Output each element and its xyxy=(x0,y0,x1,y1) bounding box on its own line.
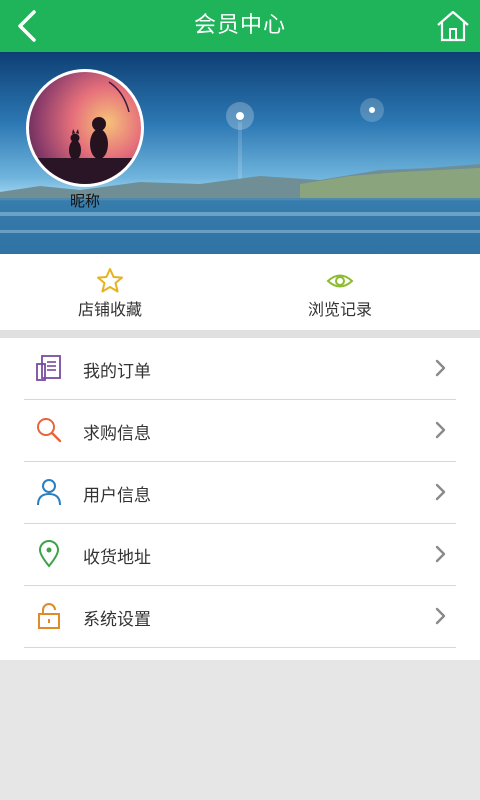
top-bar: 会员中心 xyxy=(0,0,480,52)
store-favorites-button[interactable]: 店铺收藏 xyxy=(0,254,220,330)
orders-icon xyxy=(36,355,61,381)
quick-actions: 店铺收藏 浏览记录 xyxy=(0,254,480,330)
menu-item-purchase-requests[interactable]: 求购信息 xyxy=(24,400,456,462)
menu-item-system-settings[interactable]: 系统设置 xyxy=(24,586,456,648)
profile-banner: 昵称 xyxy=(0,52,480,254)
menu-item-label: 用户信息 xyxy=(83,486,151,506)
browse-history-label: 浏览记录 xyxy=(307,300,372,319)
menu-item-user-info[interactable]: 用户信息 xyxy=(24,462,456,524)
chevron-right-icon xyxy=(435,483,446,501)
location-pin-icon xyxy=(38,540,60,568)
menu-item-label: 我的订单 xyxy=(83,362,151,382)
avatar-image xyxy=(29,81,141,184)
section-divider xyxy=(0,330,480,338)
menu-item-label: 求购信息 xyxy=(83,424,151,444)
star-icon xyxy=(97,268,123,293)
avatar[interactable] xyxy=(26,69,144,187)
lock-icon xyxy=(38,603,60,629)
nickname-label: 昵称 xyxy=(69,192,100,210)
chevron-right-icon xyxy=(435,607,446,625)
menu-item-my-orders[interactable]: 我的订单 xyxy=(24,338,456,400)
menu-item-label: 系统设置 xyxy=(83,610,151,630)
menu-list: 我的订单 求购信息 用户信息 收货地址 系统设置 xyxy=(0,338,480,660)
page-title: 会员中心 xyxy=(193,13,286,38)
menu-item-shipping-address[interactable]: 收货地址 xyxy=(24,524,456,586)
browse-history-button[interactable]: 浏览记录 xyxy=(230,254,450,330)
user-icon xyxy=(37,479,61,506)
home-button[interactable] xyxy=(434,7,472,45)
store-favorites-label: 店铺收藏 xyxy=(77,300,142,319)
chevron-right-icon xyxy=(435,545,446,563)
menu-item-label: 收货地址 xyxy=(83,548,151,568)
chevron-right-icon xyxy=(435,359,446,377)
search-icon xyxy=(37,418,62,443)
chevron-right-icon xyxy=(435,421,446,439)
home-icon xyxy=(437,10,469,42)
eye-icon xyxy=(326,274,354,288)
